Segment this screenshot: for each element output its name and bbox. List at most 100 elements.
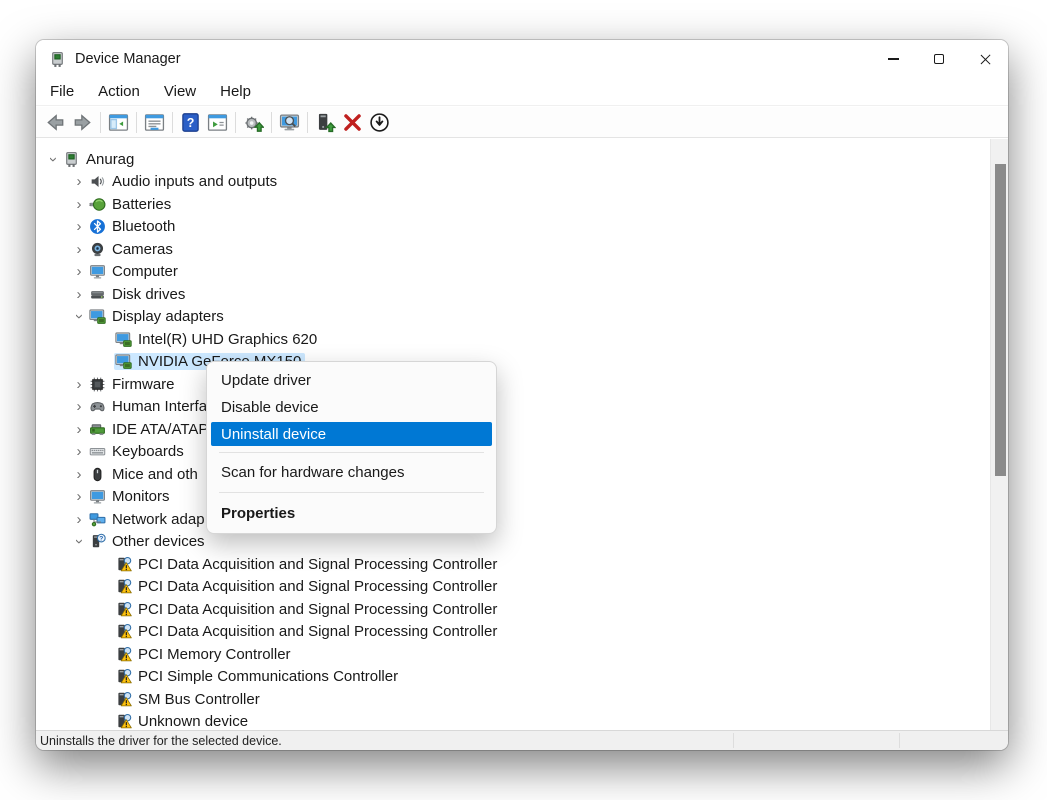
menu-action[interactable]: Action bbox=[89, 80, 149, 103]
back-arrow-icon bbox=[45, 112, 66, 133]
chevron-right-icon[interactable] bbox=[70, 375, 88, 393]
minimize-button[interactable] bbox=[870, 40, 916, 78]
menu-view[interactable]: View bbox=[155, 80, 205, 103]
speaker-icon bbox=[89, 173, 106, 190]
chevron-spacer bbox=[96, 713, 114, 730]
mouse-icon bbox=[89, 466, 106, 483]
context-menu-disable-device[interactable]: Disable device bbox=[207, 394, 496, 421]
tree-item-cameras[interactable]: Cameras bbox=[36, 238, 990, 261]
forward-button[interactable] bbox=[69, 109, 96, 135]
tree-item-pci-data-1[interactable]: PCI Data Acquisition and Signal Processi… bbox=[36, 553, 990, 576]
context-menu: Update driver Disable device Uninstall d… bbox=[206, 361, 497, 534]
tree-item-batteries[interactable]: Batteries bbox=[36, 193, 990, 216]
forward-arrow-icon bbox=[72, 112, 93, 133]
warning-device-icon bbox=[115, 578, 132, 595]
tree-item-mice[interactable]: Mice and oth bbox=[36, 463, 990, 486]
camera-icon bbox=[89, 241, 106, 258]
uninstall-driver-button[interactable] bbox=[312, 109, 339, 135]
chevron-right-icon[interactable] bbox=[70, 465, 88, 483]
title-bar[interactable]: Device Manager bbox=[36, 40, 1008, 78]
update-driver-button[interactable] bbox=[240, 109, 267, 135]
warning-device-icon bbox=[115, 556, 132, 573]
context-menu-update-driver[interactable]: Update driver bbox=[207, 367, 496, 394]
scrollbar-thumb[interactable] bbox=[995, 164, 1006, 476]
chevron-right-icon[interactable] bbox=[70, 263, 88, 281]
context-menu-properties[interactable]: Properties bbox=[207, 499, 496, 527]
keyboard-icon bbox=[89, 443, 106, 460]
tree-item-nvidia-geforce-mx150[interactable]: NVIDIA GeForce MX150 bbox=[36, 351, 990, 374]
tree-item-label: Network adap bbox=[112, 511, 205, 528]
tree-item-unknown-device[interactable]: Unknown device bbox=[36, 711, 990, 731]
chevron-right-icon[interactable] bbox=[70, 398, 88, 416]
display-adapter-icon bbox=[115, 331, 132, 348]
tree-item-display-adapters[interactable]: Display adapters bbox=[36, 306, 990, 329]
chevron-right-icon[interactable] bbox=[70, 173, 88, 191]
chevron-spacer bbox=[96, 600, 114, 618]
help-button[interactable] bbox=[177, 109, 204, 135]
tree-item-pci-memory[interactable]: PCI Memory Controller bbox=[36, 643, 990, 666]
chevron-down-icon[interactable] bbox=[70, 533, 88, 551]
device-tree: Anurag Audio inputs and outputs Batterie… bbox=[36, 139, 990, 730]
chevron-right-icon[interactable] bbox=[70, 443, 88, 461]
tree-item-monitors[interactable]: Monitors bbox=[36, 486, 990, 509]
chevron-down-icon[interactable] bbox=[44, 150, 62, 168]
tree-item-ide-ata-atapi[interactable]: IDE ATA/ATAPI bbox=[36, 418, 990, 441]
properties-button[interactable] bbox=[141, 109, 168, 135]
tree-item-bluetooth[interactable]: Bluetooth bbox=[36, 216, 990, 239]
tree-item-human-interface[interactable]: Human Interfa bbox=[36, 396, 990, 419]
tree-item-sm-bus[interactable]: SM Bus Controller bbox=[36, 688, 990, 711]
chevron-down-icon[interactable] bbox=[70, 308, 88, 326]
tree-item-computer[interactable]: Computer bbox=[36, 261, 990, 284]
menu-file[interactable]: File bbox=[41, 80, 83, 103]
tree-item-firmware[interactable]: Firmware bbox=[36, 373, 990, 396]
disable-device-button[interactable] bbox=[366, 109, 393, 135]
device-up-arrow-icon bbox=[315, 112, 336, 133]
toolbar-separator bbox=[100, 112, 101, 133]
chevron-spacer bbox=[96, 578, 114, 596]
menu-help[interactable]: Help bbox=[211, 80, 260, 103]
back-button[interactable] bbox=[42, 109, 69, 135]
tree-item-label: Display adapters bbox=[112, 308, 224, 325]
tree-item-network-adapters[interactable]: Network adap bbox=[36, 508, 990, 531]
tree-item-pci-data-4[interactable]: PCI Data Acquisition and Signal Processi… bbox=[36, 621, 990, 644]
scan-monitor-icon bbox=[279, 112, 300, 133]
remove-device-button[interactable] bbox=[339, 109, 366, 135]
chevron-right-icon[interactable] bbox=[70, 420, 88, 438]
tree-item-label: PCI Data Acquisition and Signal Processi… bbox=[138, 556, 497, 573]
tree-item-label: Keyboards bbox=[112, 443, 184, 460]
context-menu-separator bbox=[219, 492, 484, 493]
tree-item-pci-data-3[interactable]: PCI Data Acquisition and Signal Processi… bbox=[36, 598, 990, 621]
circled-down-arrow-icon bbox=[369, 112, 390, 133]
maximize-button[interactable] bbox=[916, 40, 962, 78]
tree-item-label: Anurag bbox=[86, 151, 134, 168]
chevron-right-icon[interactable] bbox=[70, 195, 88, 213]
tree-item-pci-simple-comms[interactable]: PCI Simple Communications Controller bbox=[36, 666, 990, 689]
status-text: Uninstalls the driver for the selected d… bbox=[36, 734, 282, 748]
red-x-icon bbox=[342, 112, 363, 133]
tree-item-disk-drives[interactable]: Disk drives bbox=[36, 283, 990, 306]
context-menu-uninstall-device[interactable]: Uninstall device bbox=[211, 422, 492, 446]
vertical-scrollbar[interactable] bbox=[990, 139, 1008, 730]
chevron-right-icon[interactable] bbox=[70, 218, 88, 236]
context-menu-separator bbox=[219, 452, 484, 453]
properties-window-icon bbox=[144, 112, 165, 133]
tree-item-label: PCI Data Acquisition and Signal Processi… bbox=[138, 601, 497, 618]
warning-device-icon bbox=[115, 601, 132, 618]
tree-item-keyboards[interactable]: Keyboards bbox=[36, 441, 990, 464]
chevron-right-icon[interactable] bbox=[70, 240, 88, 258]
tree-item-label: Computer bbox=[112, 263, 178, 280]
scan-hardware-changes-button[interactable] bbox=[276, 109, 303, 135]
context-menu-scan-hardware-changes[interactable]: Scan for hardware changes bbox=[207, 459, 496, 486]
show-action-pane-button[interactable] bbox=[204, 109, 231, 135]
tree-item-intel-uhd-620[interactable]: Intel(R) UHD Graphics 620 bbox=[36, 328, 990, 351]
chevron-right-icon[interactable] bbox=[70, 510, 88, 528]
show-console-tree-button[interactable] bbox=[105, 109, 132, 135]
tree-item-other-devices[interactable]: Other devices bbox=[36, 531, 990, 554]
chevron-right-icon[interactable] bbox=[70, 285, 88, 303]
tree-item-anurag[interactable]: Anurag bbox=[36, 148, 990, 171]
tree-item-audio[interactable]: Audio inputs and outputs bbox=[36, 171, 990, 194]
close-button[interactable] bbox=[962, 40, 1008, 78]
tree-item-pci-data-2[interactable]: PCI Data Acquisition and Signal Processi… bbox=[36, 576, 990, 599]
chevron-spacer bbox=[96, 645, 114, 663]
chevron-right-icon[interactable] bbox=[70, 488, 88, 506]
